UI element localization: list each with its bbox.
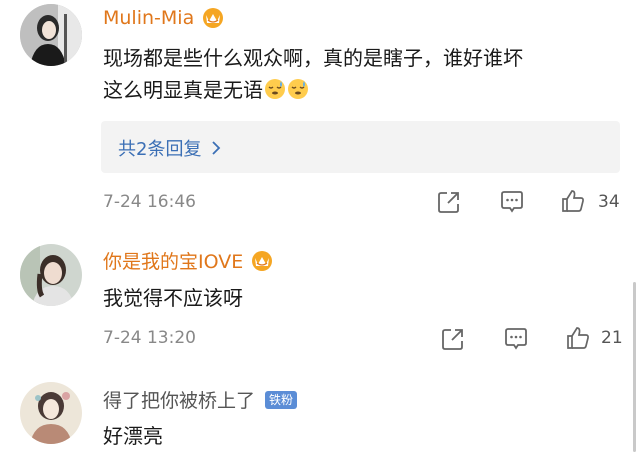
sleepy-sweat-face-icon bbox=[288, 79, 308, 99]
username-text[interactable]: Mulin-Mia bbox=[103, 7, 194, 29]
comment-icon[interactable] bbox=[499, 189, 525, 215]
comment-text-line-2: 这么明显真是无语 bbox=[103, 74, 613, 106]
avatar[interactable] bbox=[20, 244, 82, 306]
crown-vip-icon bbox=[252, 250, 273, 271]
comment-text: 我觉得不应该呀 bbox=[103, 286, 243, 310]
avatar[interactable] bbox=[20, 4, 82, 66]
share-icon[interactable] bbox=[440, 326, 466, 352]
avatar[interactable] bbox=[20, 382, 82, 444]
username[interactable]: Mulin-Mia bbox=[103, 7, 226, 29]
view-replies-link[interactable]: 共2条回复 bbox=[118, 135, 221, 161]
fan-badge: 铁粉 bbox=[265, 390, 298, 409]
username-text[interactable]: 你是我的宝IOVE bbox=[103, 247, 243, 274]
comment-text-fragment: 这么明显真是无语 bbox=[103, 78, 263, 102]
comment-text-line: 现场都是些什么观众啊，真的是瞎子，谁好谁坏 bbox=[103, 46, 523, 70]
comment-item: 得了把你被桥上了 铁粉 好漂亮 bbox=[0, 370, 640, 460]
like-count: 21 bbox=[601, 328, 623, 348]
sleepy-sweat-face-icon bbox=[265, 79, 285, 99]
scrollbar[interactable] bbox=[633, 282, 636, 452]
username[interactable]: 得了把你被桥上了 铁粉 bbox=[103, 386, 298, 413]
comment-item: Mulin-Mia 现场都是些什么观众啊，真的是瞎子，谁好谁坏 这么明显真是无语 bbox=[0, 0, 640, 225]
crown-vip-icon bbox=[203, 8, 224, 28]
comment-icon[interactable] bbox=[503, 326, 529, 352]
like-thumb-icon[interactable] bbox=[565, 325, 591, 351]
chevron-right-icon bbox=[212, 141, 221, 155]
comment-text: 现场都是些什么观众啊，真的是瞎子，谁好谁坏 这么明显真是无语 bbox=[103, 42, 613, 106]
replies-label[interactable]: 共2条回复 bbox=[118, 135, 201, 161]
username-text[interactable]: 得了把你被桥上了 bbox=[103, 386, 255, 413]
like-count: 34 bbox=[598, 192, 620, 212]
timestamp: 7-24 16:46 bbox=[103, 192, 196, 212]
share-icon[interactable] bbox=[436, 189, 462, 215]
timestamp: 7-24 13:20 bbox=[103, 328, 196, 348]
username[interactable]: 你是我的宝IOVE bbox=[103, 247, 275, 274]
comment-item: 你是我的宝IOVE 我觉得不应该呀 7-24 13:20 21 bbox=[0, 230, 640, 365]
replies-panel[interactable]: 共2条回复 bbox=[101, 121, 620, 173]
comment-text: 好漂亮 bbox=[103, 424, 163, 448]
like-thumb-icon[interactable] bbox=[560, 188, 586, 214]
